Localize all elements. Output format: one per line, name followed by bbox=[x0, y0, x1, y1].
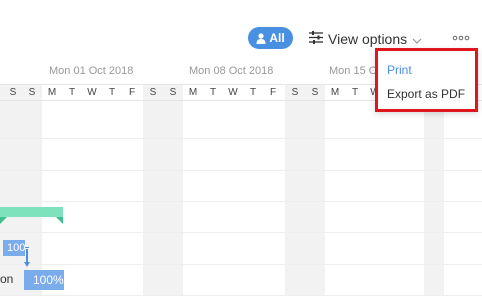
day-header: W bbox=[87, 87, 97, 98]
filter-all-button[interactable]: All bbox=[248, 27, 293, 49]
day-header: M bbox=[188, 87, 198, 98]
task-progress-label: 100 bbox=[7, 242, 25, 254]
user-icon bbox=[256, 32, 266, 44]
view-options-label: View options bbox=[328, 31, 408, 47]
row-divider bbox=[0, 264, 482, 265]
day-header: M bbox=[330, 87, 340, 98]
summary-task-bar[interactable] bbox=[0, 207, 63, 217]
task-progress-label: 100% bbox=[33, 273, 64, 287]
summary-bar-right-marker bbox=[56, 217, 63, 224]
dependency-connector bbox=[25, 247, 29, 248]
menu-item-export-pdf[interactable]: Export as PDF bbox=[378, 82, 475, 106]
day-header: S bbox=[169, 87, 177, 98]
week-header: Mon 01 Oct 2018 bbox=[49, 65, 134, 77]
day-header: M bbox=[47, 87, 57, 98]
day-header: S bbox=[291, 87, 299, 98]
task-bar[interactable]: 100% bbox=[24, 270, 64, 290]
chevron-down-icon bbox=[412, 31, 422, 47]
dependency-connector bbox=[26, 249, 28, 263]
day-header: W bbox=[228, 87, 238, 98]
day-header: T bbox=[209, 87, 217, 98]
row-divider bbox=[0, 232, 482, 233]
row-divider bbox=[0, 170, 482, 171]
menu-item-print[interactable]: Print bbox=[378, 58, 475, 82]
day-header: T bbox=[249, 87, 257, 98]
filter-all-label: All bbox=[269, 31, 285, 45]
day-header: F bbox=[128, 87, 136, 98]
day-header: T bbox=[108, 87, 116, 98]
task-name-label: on bbox=[0, 272, 14, 286]
week-header: Mon 15 O bbox=[329, 65, 378, 77]
more-options-button[interactable] bbox=[452, 31, 470, 45]
day-header: T bbox=[68, 87, 76, 98]
row-divider bbox=[0, 138, 482, 139]
arrow-down-icon bbox=[24, 262, 30, 267]
ellipsis-icon bbox=[452, 32, 470, 49]
day-header: S bbox=[9, 87, 17, 98]
week-header: Mon 08 Oct 2018 bbox=[189, 65, 274, 77]
row-divider bbox=[0, 201, 482, 202]
task-bar[interactable]: 100 bbox=[3, 240, 25, 256]
view-options-button[interactable]: View options bbox=[309, 29, 422, 49]
day-header: S bbox=[311, 87, 319, 98]
day-header: T bbox=[351, 87, 359, 98]
summary-bar-left-marker bbox=[0, 217, 7, 224]
view-options-menu: Print Export as PDF bbox=[375, 48, 478, 112]
sliders-icon bbox=[309, 31, 323, 47]
day-header: S bbox=[28, 87, 36, 98]
day-header: F bbox=[269, 87, 277, 98]
day-header: S bbox=[149, 87, 157, 98]
